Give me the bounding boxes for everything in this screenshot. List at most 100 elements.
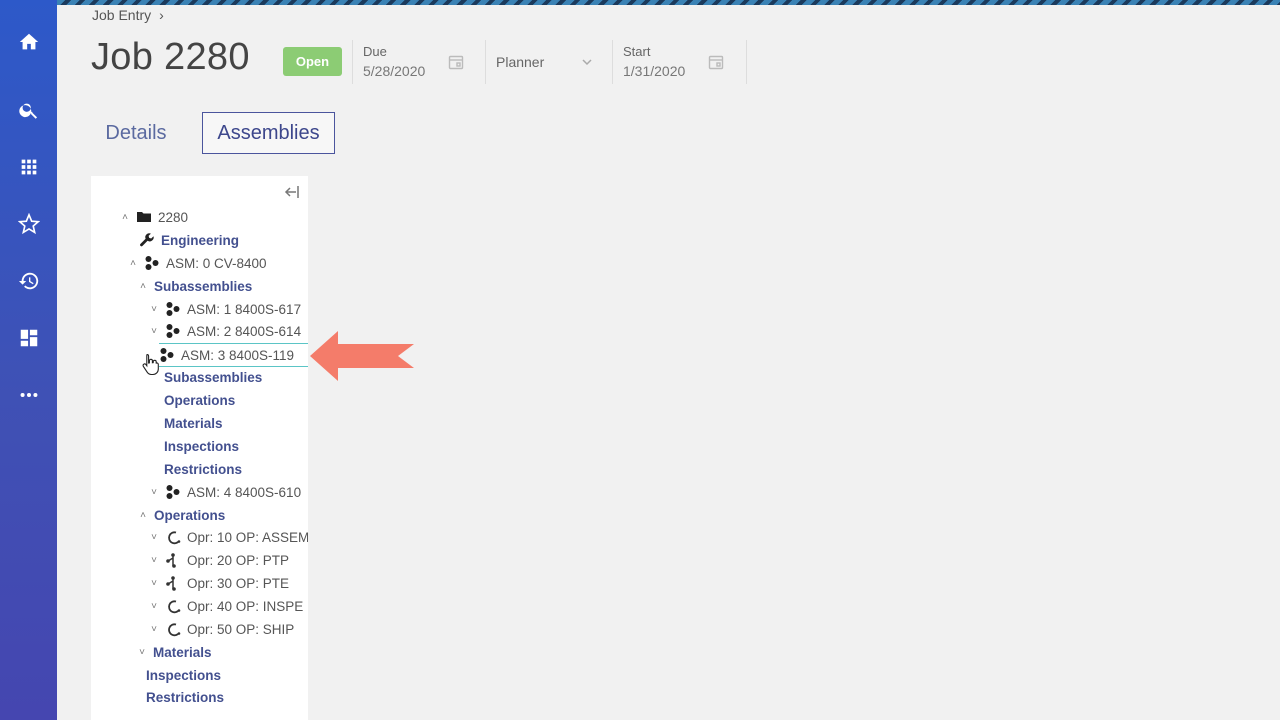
tree-node[interactable]: Materials bbox=[164, 412, 223, 434]
wrench-icon bbox=[139, 232, 155, 248]
chevron-up-icon[interactable]: ˄ bbox=[136, 510, 150, 521]
star-icon[interactable] bbox=[0, 204, 57, 244]
planner-dropdown[interactable]: Planner bbox=[496, 54, 544, 70]
operation-fork-icon bbox=[165, 552, 181, 568]
tree-node-label: Restrictions bbox=[146, 689, 225, 705]
tree-node-label: Operations bbox=[164, 392, 236, 408]
tree-node[interactable]: ASM: 3 8400S-119 bbox=[159, 343, 308, 367]
tree-node-label: Materials bbox=[164, 415, 223, 431]
operation-arc-icon bbox=[165, 621, 181, 637]
tree-node-label: Restrictions bbox=[164, 461, 243, 477]
tree-node[interactable]: ˄ Subassemblies bbox=[136, 275, 252, 297]
chevron-down-icon[interactable]: ˅ bbox=[147, 601, 161, 612]
tree-node[interactable]: ˅ ASM: 1 8400S-617 bbox=[147, 298, 301, 320]
tree-node[interactable]: ˅ Opr: 20 OP: PTP bbox=[147, 549, 289, 571]
home-icon[interactable] bbox=[0, 22, 57, 62]
tree-node-label: Operations bbox=[154, 507, 226, 523]
breadcrumb: Job Entry › bbox=[92, 7, 164, 23]
tree-node-label: Engineering bbox=[161, 232, 240, 248]
tree-node-label: Subassemblies bbox=[164, 369, 263, 385]
assembly-icon bbox=[165, 323, 181, 339]
chevron-down-icon[interactable]: ˅ bbox=[147, 555, 161, 566]
tree-node[interactable]: ˅ Materials bbox=[135, 641, 212, 663]
divider bbox=[612, 40, 613, 84]
chevron-down-icon[interactable]: ˅ bbox=[147, 532, 161, 543]
hand-cursor-icon bbox=[142, 353, 159, 376]
tree-node[interactable]: ˅ ASM: 2 8400S-614 bbox=[147, 320, 301, 342]
operation-fork-icon bbox=[165, 575, 181, 591]
calendar-icon[interactable] bbox=[708, 54, 724, 70]
assembly-icon bbox=[165, 484, 181, 500]
assembly-icon bbox=[165, 301, 181, 317]
tree-node-label: ASM: 1 8400S-617 bbox=[187, 301, 302, 317]
assembly-icon bbox=[144, 255, 160, 271]
search-icon[interactable] bbox=[0, 90, 57, 130]
tree-node[interactable]: ˅ Opr: 50 OP: SHIP bbox=[147, 618, 294, 640]
breadcrumb-separator: › bbox=[159, 7, 164, 23]
start-value[interactable]: 1/31/2020 bbox=[623, 63, 685, 79]
due-label: Due bbox=[363, 44, 387, 59]
chevron-down-icon[interactable]: ˅ bbox=[147, 624, 161, 635]
tree-node[interactable]: Inspections bbox=[164, 435, 239, 457]
breadcrumb-job-entry[interactable]: Job Entry bbox=[92, 7, 151, 23]
tree-node[interactable]: ˄ 2280 bbox=[118, 206, 188, 228]
tree-node-label: ASM: 0 CV-8400 bbox=[166, 255, 267, 271]
folder-icon bbox=[136, 209, 152, 225]
tree-node-label: ASM: 2 8400S-614 bbox=[187, 323, 302, 339]
tree-node-label: ASM: 3 8400S-119 bbox=[181, 347, 295, 363]
tree-node-label: Materials bbox=[153, 644, 212, 660]
due-value[interactable]: 5/28/2020 bbox=[363, 63, 425, 79]
operation-arc-icon bbox=[165, 529, 181, 545]
tree-node-label: ASM: 4 8400S-610 bbox=[187, 484, 302, 500]
status-badge: Open bbox=[283, 47, 342, 76]
tree-node[interactable]: Engineering bbox=[139, 229, 239, 251]
chevron-down-icon[interactable]: ˅ bbox=[147, 487, 161, 498]
tree-node-label: Opr: 20 OP: PTP bbox=[187, 552, 290, 568]
collapse-panel-icon[interactable] bbox=[284, 184, 300, 200]
operation-arc-icon bbox=[165, 598, 181, 614]
tree-node-label: Inspections bbox=[164, 438, 240, 454]
chevron-down-icon[interactable]: ˅ bbox=[135, 647, 149, 658]
tree-node[interactable]: ˅ Opr: 30 OP: PTE bbox=[147, 572, 289, 594]
tree-node[interactable]: ˄ ASM: 0 CV-8400 bbox=[126, 252, 267, 274]
callout-arrow bbox=[310, 331, 414, 381]
top-accent-stripe bbox=[57, 0, 1280, 5]
tree-node[interactable]: Operations bbox=[164, 389, 235, 411]
tree-node[interactable]: Inspections bbox=[146, 664, 221, 686]
tab-details[interactable]: Details bbox=[92, 113, 180, 153]
chevron-up-icon[interactable]: ˄ bbox=[118, 212, 132, 223]
tree-node[interactable]: Restrictions bbox=[164, 458, 242, 480]
tree-node-label: Opr: 10 OP: ASSEM bbox=[187, 529, 308, 545]
tree-node-label: Inspections bbox=[146, 667, 222, 683]
tree-node[interactable]: ˅ ASM: 4 8400S-610 bbox=[147, 481, 301, 503]
tab-assemblies[interactable]: Assemblies bbox=[202, 112, 335, 154]
tree-node-label: Opr: 50 OP: SHIP bbox=[187, 621, 295, 637]
chevron-down-icon[interactable]: ˅ bbox=[147, 304, 161, 315]
chevron-down-icon[interactable]: ˅ bbox=[147, 578, 161, 589]
start-label: Start bbox=[623, 44, 651, 59]
tree-node[interactable]: Subassemblies bbox=[164, 366, 262, 388]
more-icon[interactable] bbox=[0, 375, 57, 415]
tree-node-label: 2280 bbox=[158, 209, 189, 225]
divider bbox=[485, 40, 486, 84]
calendar-icon[interactable] bbox=[448, 54, 464, 70]
tree-node-label: Opr: 30 OP: PTE bbox=[187, 575, 290, 591]
grid-icon[interactable] bbox=[0, 147, 57, 187]
chevron-down-icon[interactable]: ˅ bbox=[147, 326, 161, 337]
tree-node[interactable]: ˅ Opr: 10 OP: ASSEM bbox=[147, 526, 308, 548]
history-icon[interactable] bbox=[0, 261, 57, 301]
tree-node[interactable]: ˅ Opr: 40 OP: INSPE bbox=[147, 595, 303, 617]
chevron-up-icon[interactable]: ˄ bbox=[126, 258, 140, 269]
tree-node-label: Subassemblies bbox=[154, 278, 253, 294]
chevron-down-icon[interactable] bbox=[581, 55, 593, 67]
sidebar-nav bbox=[0, 0, 57, 720]
divider bbox=[746, 40, 747, 84]
tree-node[interactable]: ˄ Operations bbox=[136, 504, 225, 526]
page-title: Job 2280 bbox=[91, 36, 250, 78]
tree-node-label: Opr: 40 OP: INSPE bbox=[187, 598, 304, 614]
assembly-icon bbox=[159, 347, 175, 363]
tree-node[interactable]: Restrictions bbox=[146, 686, 224, 708]
chevron-up-icon[interactable]: ˄ bbox=[136, 281, 150, 292]
assembly-tree-panel: ˄ 2280 Engineering ˄ ASM: 0 CV-8400 ˄ Subassem… bbox=[91, 176, 308, 720]
dashboard-icon[interactable] bbox=[0, 318, 57, 358]
